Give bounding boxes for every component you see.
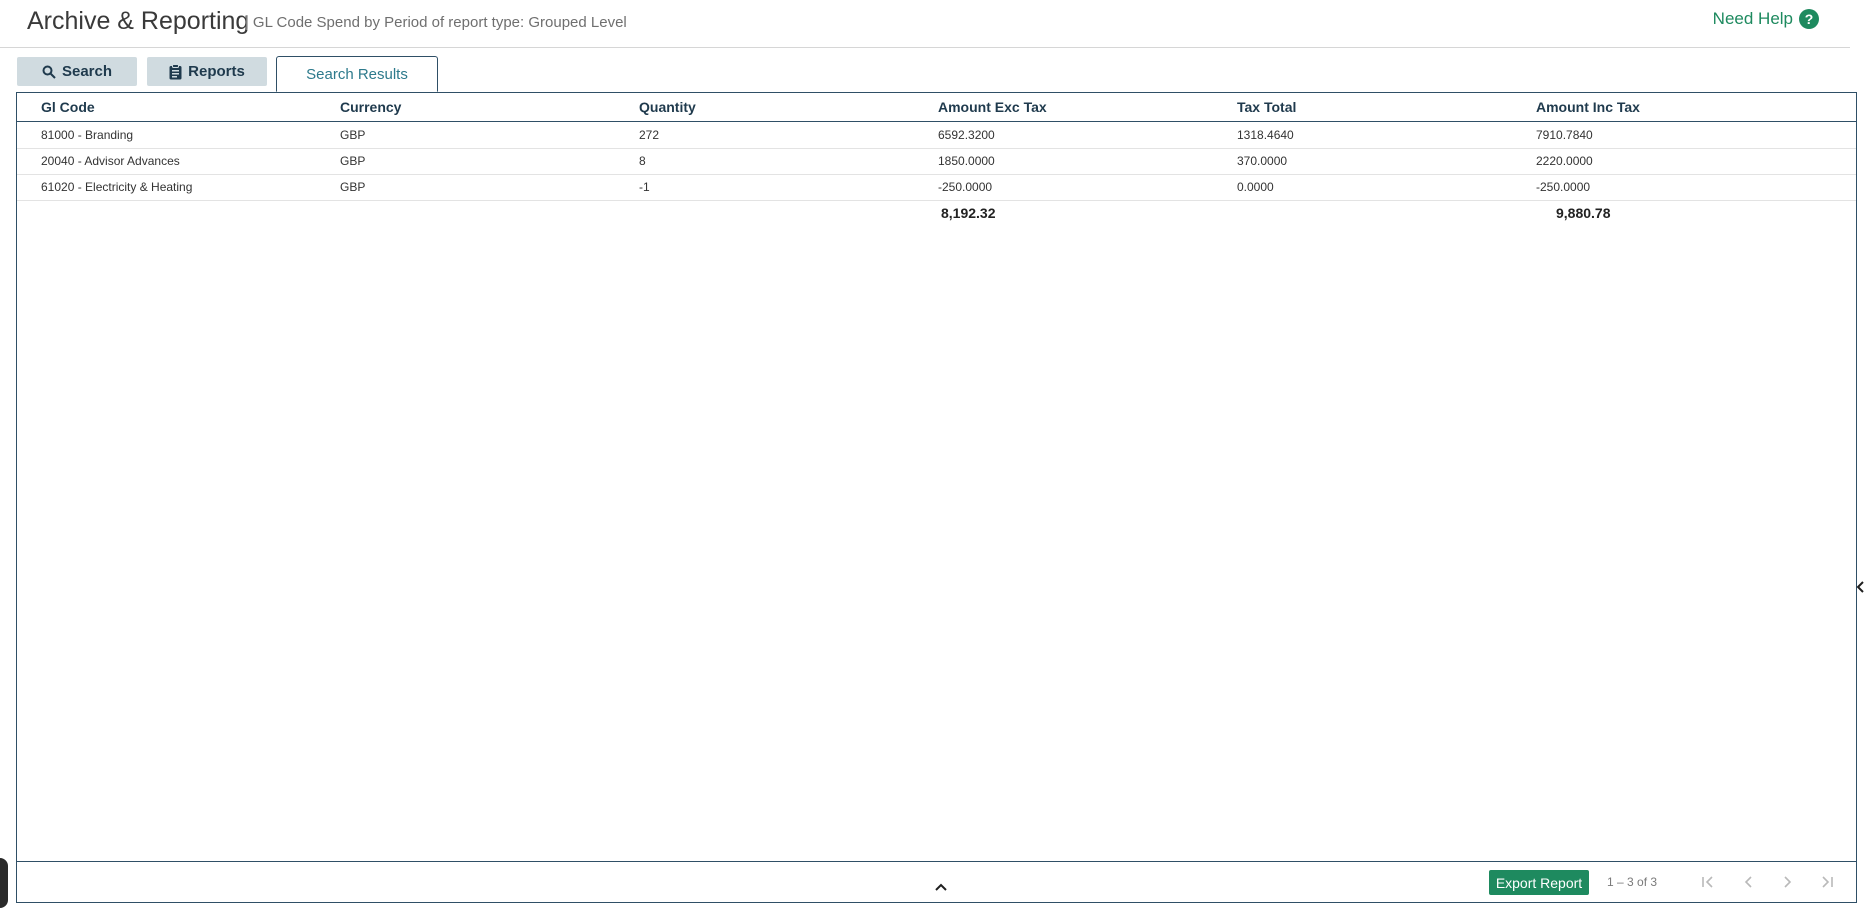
cell-currency: GBP [340, 180, 366, 194]
cell-amount-inc-tax: 7910.7840 [1536, 128, 1593, 142]
chevron-left-icon [1856, 581, 1864, 593]
last-page-button[interactable] [1817, 872, 1837, 892]
cell-tax-total: 370.0000 [1237, 154, 1288, 168]
export-report-button[interactable]: Export Report [1489, 870, 1589, 895]
table-header: Gl Code Currency Quantity Amount Exc Tax… [17, 93, 1856, 122]
need-help-link[interactable]: Need Help ? [1713, 9, 1819, 29]
last-page-icon [1822, 876, 1833, 888]
total-amount-exc-tax: 8,192.32 [941, 205, 996, 221]
page-title: Archive & Reporting [27, 7, 250, 35]
need-help-label: Need Help [1712, 9, 1793, 28]
column-header-tax-total[interactable]: Tax Total [1237, 99, 1296, 115]
report-subtitle: | GL Code Spend by Period of report type:… [245, 14, 627, 31]
tab-search-results-label: Search Results [306, 65, 408, 83]
column-header-quantity[interactable]: Quantity [639, 99, 696, 115]
table-row[interactable]: 81000 - Branding GBP 272 6592.3200 1318.… [17, 122, 1856, 149]
cell-quantity: 272 [639, 128, 660, 142]
question-circle-icon: ? [1799, 9, 1819, 29]
table-footer: Export Report 1 – 3 of 3 [17, 861, 1856, 903]
tab-search-results[interactable]: Search Results [276, 56, 438, 92]
cell-tax-total: 0.0000 [1237, 180, 1274, 194]
previous-page-icon [1744, 876, 1752, 888]
column-header-currency[interactable]: Currency [340, 99, 401, 115]
page-header: Archive & Reporting | GL Code Spend by Pe… [0, 0, 1850, 48]
column-header-amount-exc-tax[interactable]: Amount Exc Tax [938, 99, 1047, 115]
cell-currency: GBP [340, 128, 366, 142]
expand-footer-toggle[interactable] [932, 880, 950, 894]
cell-quantity: 8 [639, 154, 646, 168]
cell-currency: GBP [340, 154, 366, 168]
cell-quantity: -1 [639, 180, 650, 194]
table-row[interactable]: 61020 - Electricity & Heating GBP -1 -25… [17, 174, 1856, 201]
cell-amount-inc-tax: 2220.0000 [1536, 154, 1593, 168]
table-row[interactable]: 20040 - Advisor Advances GBP 8 1850.0000… [17, 148, 1856, 175]
previous-page-button[interactable] [1738, 872, 1758, 892]
cell-tax-total: 1318.4640 [1237, 128, 1294, 142]
chevron-up-icon [935, 883, 947, 891]
cell-amount-inc-tax: -250.0000 [1536, 180, 1591, 194]
cell-gl-code: 20040 - Advisor Advances [41, 154, 180, 168]
tab-reports[interactable]: Reports [147, 57, 267, 86]
first-page-button[interactable] [1698, 872, 1718, 892]
cell-amount-exc-tax: 1850.0000 [938, 154, 995, 168]
title-separator: | [245, 14, 249, 31]
search-icon [42, 65, 56, 79]
results-panel: Gl Code Currency Quantity Amount Exc Tax… [16, 92, 1864, 903]
clipboard-icon [169, 63, 182, 79]
total-amount-inc-tax: 9,880.78 [1556, 205, 1611, 221]
cell-amount-exc-tax: -250.0000 [938, 180, 993, 194]
cell-amount-exc-tax: 6592.3200 [938, 128, 995, 142]
tab-reports-label: Reports [188, 63, 245, 80]
cell-gl-code: 61020 - Electricity & Heating [41, 180, 193, 194]
tab-search-label: Search [61, 63, 113, 80]
column-header-amount-inc-tax[interactable]: Amount Inc Tax [1536, 99, 1640, 115]
next-page-button[interactable] [1778, 872, 1798, 892]
side-drawer-handle[interactable] [0, 858, 8, 908]
tab-search[interactable]: Search [17, 57, 137, 86]
next-page-icon [1784, 876, 1792, 888]
report-subtitle-text: GL Code Spend by Period of report type: … [252, 14, 627, 31]
column-header-gl-code[interactable]: Gl Code [41, 99, 95, 115]
collapse-panel-toggle[interactable] [1853, 579, 1866, 595]
pagination-range: 1 – 3 of 3 [1607, 875, 1658, 889]
cell-gl-code: 81000 - Branding [41, 128, 134, 142]
totals-row: 8,192.32 9,880.78 [17, 200, 1856, 226]
first-page-icon [1702, 876, 1713, 888]
